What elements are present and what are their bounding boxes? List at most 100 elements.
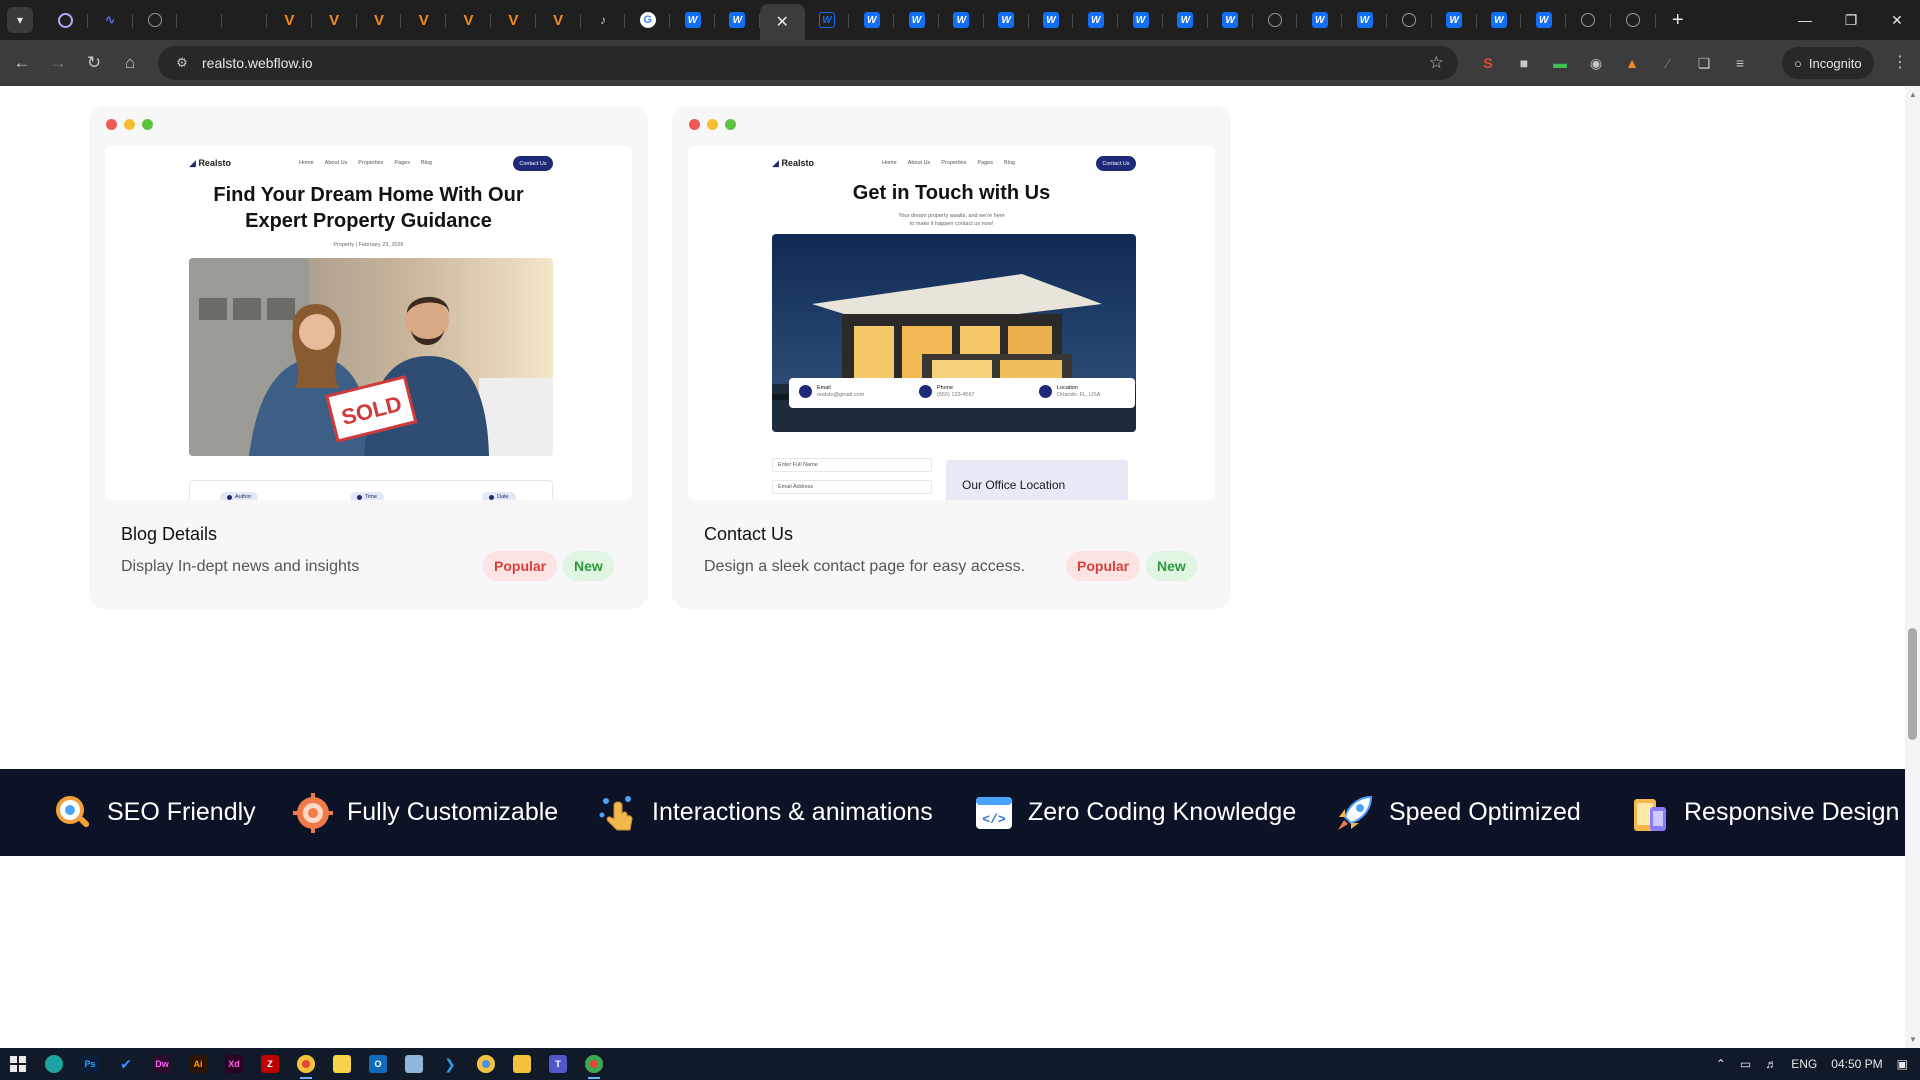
browser-tab[interactable]: [133, 4, 178, 36]
sticky-notes-icon[interactable]: [324, 1048, 360, 1080]
browser-tab[interactable]: W: [1342, 4, 1387, 36]
browser-tab[interactable]: W: [984, 4, 1029, 36]
browser-tab[interactable]: W: [939, 4, 984, 36]
dreamweaver-icon[interactable]: Dw: [144, 1048, 180, 1080]
template-card-blog-details[interactable]: ◢ Realsto Home About Us Properties Pages Blo…: [89, 106, 648, 609]
browser-tab[interactable]: V: [357, 4, 402, 36]
scroll-up-arrow-icon[interactable]: ▲: [1909, 90, 1917, 99]
page-scrollbar[interactable]: ▲ ▼: [1905, 86, 1920, 1048]
url-text[interactable]: realsto.webflow.io: [202, 55, 313, 71]
site-info-icon[interactable]: ⚙: [168, 55, 196, 71]
browser-tab[interactable]: V: [491, 4, 536, 36]
extensions-puzzle-icon[interactable]: ❏: [1686, 45, 1722, 81]
browser-tab[interactable]: W: [1432, 4, 1477, 36]
scroll-down-arrow-icon[interactable]: ▼: [1909, 1035, 1917, 1044]
edge-icon[interactable]: [36, 1048, 72, 1080]
new-tab-button[interactable]: +: [1666, 9, 1690, 32]
outlook-icon[interactable]: O: [360, 1048, 396, 1080]
browser-tab[interactable]: W: [849, 4, 894, 36]
extension-folder-icon[interactable]: ■: [1506, 45, 1542, 81]
windows-taskbar: Ps ✔ Dw Ai Xd Z O ❯ T ⌃ ▭ ♬ ENG 04:50 PM…: [0, 1048, 1920, 1080]
close-icon[interactable]: ✕: [775, 12, 788, 32]
browser-tab[interactable]: [1387, 4, 1432, 36]
browser-tab[interactable]: G: [625, 4, 670, 36]
browser-tab[interactable]: W: [1029, 4, 1074, 36]
teams-icon[interactable]: T: [540, 1048, 576, 1080]
browser-tab[interactable]: W: [805, 4, 850, 36]
clock[interactable]: 04:50 PM: [1831, 1057, 1882, 1071]
browser-tab[interactable]: W: [1073, 4, 1118, 36]
page-preview-image: ◢ Realsto Home About Us Properties Pages Blo…: [105, 146, 632, 500]
address-bar[interactable]: ⚙ realsto.webflow.io ☆: [158, 46, 1458, 80]
preview-office-title: Our Office Location: [962, 478, 1066, 492]
webflow-icon: W: [998, 12, 1015, 28]
extension-camera-icon[interactable]: ◉: [1578, 45, 1614, 81]
browser-tab[interactable]: [1253, 4, 1298, 36]
browser-tab[interactable]: W: [715, 4, 760, 36]
browser-tab[interactable]: V: [536, 4, 581, 36]
browser-tab[interactable]: [1611, 4, 1656, 36]
browser-tab[interactable]: [177, 4, 222, 36]
browser-tab[interactable]: W: [894, 4, 939, 36]
seo-magnifier-icon: [56, 795, 90, 827]
todo-icon[interactable]: ✔: [108, 1048, 144, 1080]
notifications-icon[interactable]: ▣: [1897, 1057, 1908, 1071]
browser-tab[interactable]: W: [1297, 4, 1342, 36]
language-indicator[interactable]: ENG: [1791, 1057, 1817, 1071]
close-window-icon[interactable]: ✕: [1874, 0, 1920, 40]
restore-icon[interactable]: ❐: [1828, 0, 1874, 40]
network-icon[interactable]: ▭: [1740, 1057, 1751, 1071]
tab-search-button[interactable]: ▾: [7, 7, 33, 33]
chrome-icon[interactable]: [288, 1048, 324, 1080]
back-icon[interactable]: ←: [4, 45, 40, 81]
extension-slash-icon[interactable]: ⁄: [1650, 45, 1686, 81]
browser-tab[interactable]: W: [1521, 4, 1566, 36]
reading-list-icon[interactable]: ≡: [1722, 45, 1758, 81]
extension-red-icon[interactable]: S: [1470, 45, 1506, 81]
bookmark-star-icon[interactable]: ☆: [1429, 53, 1444, 73]
file-explorer-icon[interactable]: [504, 1048, 540, 1080]
browser-tab[interactable]: [43, 4, 88, 36]
home-icon[interactable]: ⌂: [112, 45, 148, 81]
browser-tab[interactable]: ∿: [88, 4, 133, 36]
xd-icon[interactable]: Xd: [216, 1048, 252, 1080]
browser-tab[interactable]: W: [1208, 4, 1253, 36]
browser-tab[interactable]: W: [670, 4, 715, 36]
notepad-icon[interactable]: [396, 1048, 432, 1080]
windows-start-icon[interactable]: [0, 1048, 36, 1080]
browser-tab[interactable]: ✕: [759, 4, 805, 40]
incognito-badge[interactable]: ○ Incognito: [1782, 47, 1874, 79]
illustrator-icon[interactable]: Ai: [180, 1048, 216, 1080]
template-card-contact-us[interactable]: ◢ Realsto Home About Us Properties Pages Blo…: [672, 106, 1231, 609]
browser-tab[interactable]: [1566, 4, 1611, 36]
vscode-icon[interactable]: ❯: [432, 1048, 468, 1080]
chrome-icon[interactable]: [576, 1048, 612, 1080]
tray-overflow-icon[interactable]: ⌃: [1716, 1057, 1726, 1071]
popular-badge: Popular: [1066, 551, 1141, 581]
browser-tab[interactable]: W: [1118, 4, 1163, 36]
volume-icon[interactable]: ♬: [1765, 1057, 1777, 1071]
browser-tab[interactable]: W: [1163, 4, 1208, 36]
browser-tab[interactable]: V: [446, 4, 491, 36]
forward-icon[interactable]: →: [40, 45, 76, 81]
browser-tab[interactable]: V: [267, 4, 312, 36]
scrollbar-thumb[interactable]: [1908, 628, 1917, 740]
browser-tab[interactable]: V: [401, 4, 446, 36]
browser-tab[interactable]: [222, 4, 267, 36]
extension-orange-icon[interactable]: ▲: [1614, 45, 1650, 81]
reload-icon[interactable]: ↻: [76, 45, 112, 81]
browser-tab[interactable]: V: [312, 4, 357, 36]
photoshop-icon[interactable]: Ps: [72, 1048, 108, 1080]
rocket-icon: [1338, 795, 1373, 830]
browser-menu-icon[interactable]: ⋮: [1892, 52, 1908, 72]
webflow-icon: W: [729, 12, 746, 28]
extension-green-icon[interactable]: ▬: [1542, 45, 1578, 81]
card-description: Design a sleek contact page for easy acc…: [704, 558, 1026, 575]
browser-tab[interactable]: W: [1477, 4, 1522, 36]
chrome-icon[interactable]: [468, 1048, 504, 1080]
filezilla-icon[interactable]: Z: [252, 1048, 288, 1080]
browser-tab[interactable]: ♪: [581, 4, 626, 36]
window-dots: [106, 119, 153, 130]
minimize-icon[interactable]: —: [1782, 0, 1828, 40]
v-logo-icon: V: [373, 11, 384, 29]
